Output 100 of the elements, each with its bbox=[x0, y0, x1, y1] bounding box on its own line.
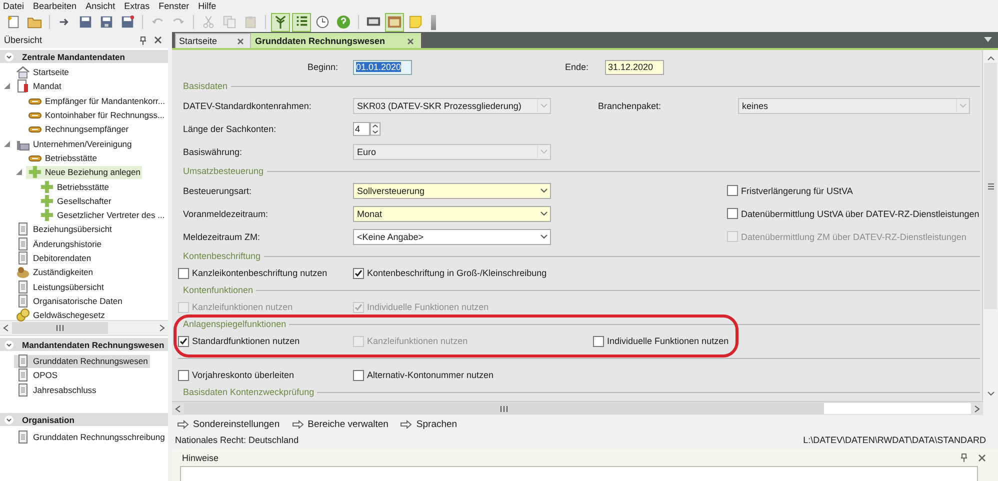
toolbar-button[interactable] bbox=[271, 12, 290, 32]
tree-item[interactable]: Leistungsübersicht bbox=[14, 280, 106, 294]
checkbox[interactable] bbox=[178, 370, 189, 380]
checkbox[interactable] bbox=[178, 268, 189, 278]
tree-item[interactable]: Organisatorische Daten bbox=[14, 294, 124, 308]
menu-item[interactable]: Fenster bbox=[158, 1, 190, 11]
tree-item[interactable]: Zuständigkeiten bbox=[14, 266, 96, 279]
tree-item[interactable]: Grunddaten Rechnungswesen bbox=[14, 354, 150, 368]
close-icon[interactable] bbox=[154, 36, 162, 44]
menu-item[interactable]: Bearbeiten bbox=[33, 1, 77, 11]
expander-icon[interactable] bbox=[4, 83, 10, 90]
checkbox[interactable] bbox=[178, 336, 189, 346]
tree-item[interactable]: Betriebsstätte bbox=[38, 180, 111, 194]
checkbox-label[interactable]: Alternativ-Kontonummer nutzen bbox=[367, 370, 494, 380]
pin-icon[interactable] bbox=[960, 453, 968, 462]
document-icon bbox=[16, 294, 30, 308]
checkbox-label[interactable]: Individuelle Funktionen nutzen bbox=[607, 336, 729, 346]
caret-icon bbox=[956, 99, 969, 112]
tree-item[interactable]: Debitorendaten bbox=[14, 252, 94, 264]
caret-icon bbox=[537, 145, 550, 158]
link[interactable]: Bereiche verwalten bbox=[292, 419, 388, 430]
menu-item[interactable]: Datei bbox=[3, 1, 24, 11]
grip-icon bbox=[500, 406, 508, 412]
document-icon bbox=[16, 382, 30, 397]
link[interactable]: Sprachen bbox=[400, 419, 458, 430]
checkbox[interactable] bbox=[593, 336, 604, 346]
horizontal-scrollbar[interactable] bbox=[172, 401, 983, 415]
grip-icon bbox=[986, 182, 994, 190]
date-field[interactable]: 31.12.2020 bbox=[605, 60, 664, 74]
tree-item[interactable]: Betriebsstätte bbox=[26, 151, 99, 164]
menu-item[interactable]: Extras bbox=[124, 1, 150, 11]
note-icon bbox=[408, 14, 423, 30]
pin-icon[interactable] bbox=[139, 36, 147, 44]
field-label: Meldezeitraum ZM: bbox=[182, 232, 262, 242]
tree-item[interactable]: OPOS bbox=[14, 368, 60, 382]
section-header[interactable]: Organisation bbox=[0, 413, 168, 426]
status-text: Nationales Recht: Deutschland bbox=[175, 435, 299, 445]
close-icon[interactable] bbox=[978, 454, 986, 462]
tree-icon bbox=[273, 14, 288, 30]
scroll-thumb[interactable] bbox=[984, 63, 997, 309]
tree-item[interactable]: Gesellschafter bbox=[38, 194, 114, 208]
vertical-scrollbar[interactable] bbox=[982, 50, 998, 401]
tree-item[interactable]: Jahresabschluss bbox=[14, 383, 98, 396]
toolbar-button[interactable] bbox=[385, 12, 404, 32]
checkbox-label[interactable]: Datenübermittlung UStVA über DATEV-RZ-Dienstleistungen bbox=[741, 208, 980, 218]
checkbox-label[interactable]: Kontenbeschriftung in Groß-/Kleinschreibung bbox=[367, 268, 547, 278]
checkbox[interactable] bbox=[353, 268, 364, 278]
checkbox-label: Datenübermittlung ZM über DATEV-RZ-Dienstleistungen bbox=[741, 232, 966, 242]
scroll-thumb[interactable] bbox=[12, 322, 108, 334]
horizontal-scrollbar[interactable] bbox=[0, 320, 168, 336]
field-label: Basiswährung: bbox=[182, 146, 244, 156]
dropdown[interactable]: Sollversteuerung bbox=[353, 182, 551, 198]
tree-item[interactable]: Änderungshistorie bbox=[14, 237, 104, 250]
tree-item[interactable]: Empfänger für Mandantenkorr... bbox=[26, 94, 168, 108]
dropdown-icon[interactable] bbox=[984, 37, 992, 43]
document-icon bbox=[16, 354, 30, 368]
toolbar-button[interactable] bbox=[334, 12, 353, 32]
spin-arrows-icon[interactable] bbox=[370, 122, 381, 136]
tree-item[interactable]: Neue Beziehung anlegen bbox=[26, 166, 142, 179]
checkbox[interactable] bbox=[353, 370, 364, 380]
expander-icon[interactable] bbox=[4, 140, 10, 147]
tree-item[interactable]: Mandat bbox=[14, 80, 64, 93]
checkbox-label[interactable]: Kanzleikontenbeschriftung nutzen bbox=[192, 268, 328, 278]
house-icon bbox=[16, 65, 30, 80]
scroll-thumb[interactable] bbox=[184, 403, 824, 414]
date-field[interactable]: 01.01.2020 bbox=[353, 60, 412, 74]
arrow-icon bbox=[177, 420, 189, 429]
section-header[interactable]: Zentrale Mandantendaten bbox=[0, 50, 168, 63]
tree-item[interactable]: Startseite bbox=[14, 66, 71, 79]
tree-item[interactable]: Beziehungsübersicht bbox=[14, 222, 114, 236]
section-title: Basisdaten Kontenzweckprüfung bbox=[182, 387, 314, 397]
checkbox-label[interactable]: Standardfunktionen nutzen bbox=[192, 336, 300, 346]
close-icon[interactable] bbox=[237, 38, 244, 44]
menu-item[interactable]: Ansicht bbox=[86, 1, 116, 11]
close-icon[interactable] bbox=[407, 38, 414, 44]
tree-item[interactable]: Grunddaten Rechnungsschreibung bbox=[14, 430, 167, 444]
dropdown[interactable]: Monat bbox=[353, 206, 551, 222]
dropdown[interactable]: <Keine Angabe> bbox=[353, 228, 551, 244]
tab[interactable]: Startseite bbox=[175, 33, 252, 48]
link[interactable]: Sondereinstellungen bbox=[177, 419, 280, 430]
plus-icon bbox=[40, 180, 54, 194]
toolbar-button[interactable] bbox=[292, 12, 311, 32]
section-title: Umsatzbesteuerung bbox=[182, 166, 264, 176]
checkbox[interactable] bbox=[727, 185, 738, 196]
save-icon bbox=[99, 14, 114, 30]
tree-item[interactable]: Rechnungsempfänger bbox=[26, 122, 131, 136]
checkbox-label[interactable]: Fristverlängerung für UStVA bbox=[741, 186, 853, 196]
people-icon bbox=[16, 265, 30, 280]
tab[interactable]: Grunddaten Rechnungswesen bbox=[251, 33, 422, 48]
checkbox-label[interactable]: Vorjahreskonto überleiten bbox=[192, 370, 294, 380]
tree-item[interactable]: Gesetzlicher Vertreter des ... bbox=[38, 208, 167, 222]
document-icon bbox=[16, 430, 30, 444]
toolbar-grip[interactable] bbox=[431, 14, 436, 30]
field-label: Länge der Sachkonten: bbox=[182, 124, 278, 134]
section-header[interactable]: Mandantendaten Rechnungswesen bbox=[0, 338, 168, 351]
tree-item[interactable]: Unternehmen/Vereinigung bbox=[14, 137, 134, 150]
menu-item[interactable]: Hilfe bbox=[198, 1, 216, 11]
expander-icon[interactable] bbox=[16, 169, 22, 176]
tree-item[interactable]: Kontoinhaber für Rechnungss... bbox=[26, 108, 167, 122]
checkbox[interactable] bbox=[727, 208, 738, 219]
